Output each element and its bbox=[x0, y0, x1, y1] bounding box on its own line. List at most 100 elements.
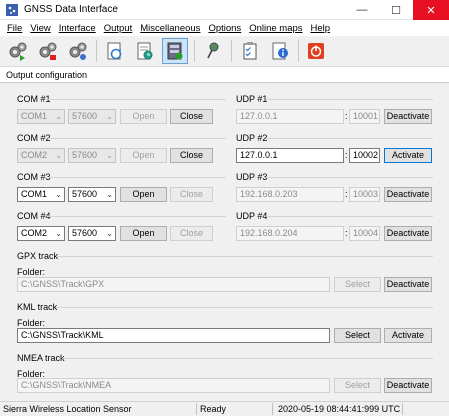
menu-output[interactable]: Output bbox=[100, 23, 137, 34]
com4-label: COM #4 bbox=[17, 211, 51, 221]
udp2-ip-input[interactable]: 127.0.0.1 bbox=[236, 148, 344, 163]
gpx-select-button[interactable]: Select bbox=[334, 277, 381, 292]
udp4-deactivate-button[interactable]: Deactivate bbox=[384, 226, 432, 241]
info-icon bbox=[272, 42, 288, 60]
nmea-select-button[interactable]: Select bbox=[334, 378, 381, 393]
udp4-port-input[interactable]: 10004 bbox=[349, 226, 380, 241]
udp3-label: UDP #3 bbox=[236, 172, 268, 182]
kml-folder-input[interactable]: C:\GNSS\Track\KML bbox=[17, 328, 330, 343]
close-window-button[interactable]: ✕ bbox=[413, 0, 449, 20]
status-timestamp: 2020-05-19 08:44:41:999 UTC bbox=[278, 404, 401, 414]
com2-port-select[interactable]: COM2 ⌄ bbox=[17, 148, 65, 163]
menu-options[interactable]: Options bbox=[204, 23, 245, 34]
status-device: Sierra Wireless Location Sensor bbox=[3, 404, 132, 414]
udp1-deactivate-button[interactable]: Deactivate bbox=[384, 109, 432, 124]
com1-baud-select[interactable]: 57600 ⌄ bbox=[68, 109, 116, 124]
com2-label: COM #2 bbox=[17, 133, 51, 143]
chevron-down-icon: ⌄ bbox=[55, 229, 62, 238]
menu-help[interactable]: Help bbox=[307, 23, 335, 34]
udp3-port-input[interactable]: 10003 bbox=[349, 187, 380, 202]
menu-online-maps[interactable]: Online maps bbox=[245, 23, 306, 34]
title-bar: GNSS Data Interface — ☐ ✕ bbox=[0, 0, 449, 20]
com3-close-button[interactable]: Close bbox=[170, 187, 213, 202]
chevron-down-icon: ⌄ bbox=[55, 190, 62, 199]
nmea-folder-input[interactable]: C:\GNSS\Track\NMEA bbox=[17, 378, 330, 393]
status-separator bbox=[196, 403, 197, 415]
udp4-label: UDP #4 bbox=[236, 211, 268, 221]
udp2-activate-button[interactable]: Activate bbox=[384, 148, 432, 163]
menu-interface[interactable]: Interface bbox=[55, 23, 100, 34]
toolbar-button-connect[interactable] bbox=[5, 38, 31, 64]
com4-port-select[interactable]: COM2 ⌄ bbox=[17, 226, 65, 241]
menu-miscellaneous[interactable]: Miscellaneous bbox=[136, 23, 204, 34]
toolbar-button-refresh[interactable] bbox=[102, 38, 128, 64]
output-config-icon bbox=[167, 42, 183, 60]
divider bbox=[48, 177, 226, 178]
divider bbox=[266, 177, 433, 178]
gpx-folder-label: Folder: bbox=[17, 267, 46, 277]
toolbar-button-info[interactable] bbox=[267, 38, 293, 64]
kml-folder-label: Folder: bbox=[17, 318, 46, 328]
kml-track-title: KML track bbox=[17, 302, 58, 312]
refresh-document-icon bbox=[107, 42, 122, 60]
udp3-deactivate-button[interactable]: Deactivate bbox=[384, 187, 432, 202]
divider bbox=[266, 216, 433, 217]
status-separator bbox=[272, 403, 273, 415]
com4-baud-select[interactable]: 57600 ⌄ bbox=[68, 226, 116, 241]
toolbar-button-log[interactable] bbox=[132, 38, 158, 64]
com1-close-button[interactable]: Close bbox=[170, 109, 213, 124]
pin-icon bbox=[207, 42, 219, 59]
gpx-folder-input[interactable]: C:\GNSS\Track\GPX bbox=[17, 277, 330, 292]
menu-file[interactable]: File bbox=[3, 23, 26, 34]
toolbar-button-settings[interactable] bbox=[65, 38, 91, 64]
divider bbox=[62, 358, 433, 359]
checklist-icon bbox=[243, 42, 257, 60]
kml-activate-button[interactable]: Activate bbox=[384, 328, 432, 343]
udp1-port-input[interactable]: 10001 bbox=[349, 109, 380, 124]
tab-output-configuration[interactable]: Output configuration bbox=[6, 70, 87, 80]
divider bbox=[56, 307, 433, 308]
chevron-down-icon: ⌄ bbox=[106, 151, 113, 160]
com1-port-select[interactable]: COM1 ⌄ bbox=[17, 109, 65, 124]
gears-disconnect-icon bbox=[39, 42, 57, 60]
toolbar-button-output-config[interactable] bbox=[162, 38, 188, 64]
chevron-down-icon: ⌄ bbox=[55, 151, 62, 160]
com3-open-button[interactable]: Open bbox=[120, 187, 167, 202]
nmea-deactivate-button[interactable]: Deactivate bbox=[384, 378, 432, 393]
toolbar-button-disconnect[interactable] bbox=[35, 38, 61, 64]
toolbar-button-checklist[interactable] bbox=[237, 38, 263, 64]
maximize-button[interactable]: ☐ bbox=[379, 0, 413, 20]
com3-baud-select[interactable]: 57600 ⌄ bbox=[68, 187, 116, 202]
com1-label: COM #1 bbox=[17, 94, 51, 104]
com4-open-button[interactable]: Open bbox=[120, 226, 167, 241]
com3-port-select[interactable]: COM1 ⌄ bbox=[17, 187, 65, 202]
com4-close-button[interactable]: Close bbox=[170, 226, 213, 241]
kml-select-button[interactable]: Select bbox=[334, 328, 381, 343]
toolbar-button-pin[interactable] bbox=[200, 38, 226, 64]
com2-close-button[interactable]: Close bbox=[170, 148, 213, 163]
udp3-colon: : bbox=[345, 189, 348, 199]
udp4-ip-input[interactable]: 192.168.0.204 bbox=[236, 226, 344, 241]
divider bbox=[266, 138, 433, 139]
nmea-track-title: NMEA track bbox=[17, 353, 65, 363]
divider bbox=[48, 99, 226, 100]
udp2-label: UDP #2 bbox=[236, 133, 268, 143]
power-icon bbox=[308, 43, 324, 59]
com3-label: COM #3 bbox=[17, 172, 51, 182]
udp1-ip-input[interactable]: 127.0.0.1 bbox=[236, 109, 344, 124]
com2-open-button[interactable]: Open bbox=[120, 148, 167, 163]
gpx-deactivate-button[interactable]: Deactivate bbox=[384, 277, 432, 292]
output-configuration-panel: COM #1 COM1 ⌄ 57600 ⌄ Open Close COM #2 CO… bbox=[0, 83, 449, 401]
toolbar-button-power[interactable] bbox=[303, 38, 329, 64]
app-satellite-icon bbox=[6, 4, 18, 16]
status-bar: Sierra Wireless Location Sensor Ready 20… bbox=[0, 401, 449, 416]
menu-view[interactable]: View bbox=[26, 23, 54, 34]
udp2-port-input[interactable]: 10002 bbox=[349, 148, 380, 163]
toolbar-separator bbox=[298, 40, 299, 62]
com2-baud-select[interactable]: 57600 ⌄ bbox=[68, 148, 116, 163]
minimize-button[interactable]: — bbox=[345, 0, 379, 20]
com1-open-button[interactable]: Open bbox=[120, 109, 167, 124]
chevron-down-icon: ⌄ bbox=[106, 112, 113, 121]
divider bbox=[48, 216, 226, 217]
udp3-ip-input[interactable]: 192.168.0.203 bbox=[236, 187, 344, 202]
